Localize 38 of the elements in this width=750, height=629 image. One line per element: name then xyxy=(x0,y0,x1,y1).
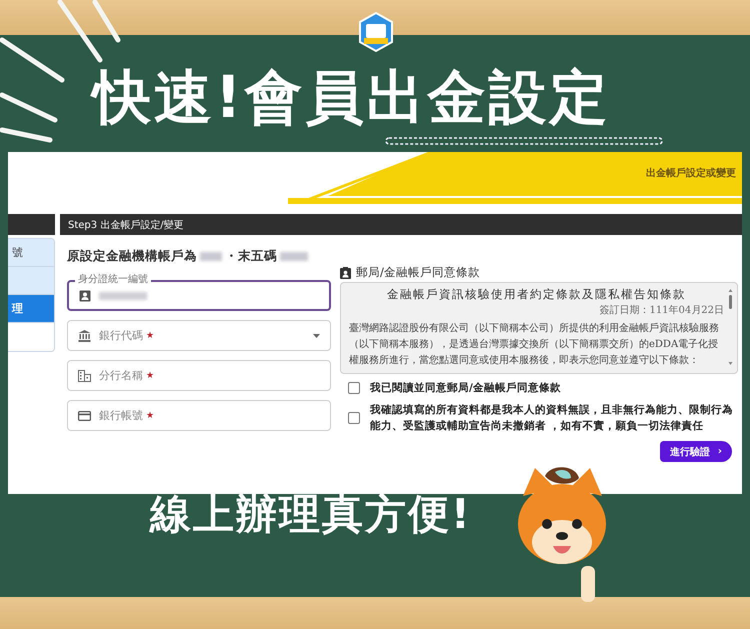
id-card-icon xyxy=(340,266,351,278)
field-placeholder: 銀行帳號 xyxy=(99,408,143,423)
checkbox[interactable] xyxy=(348,382,360,394)
field-label: 身分證統一編號 xyxy=(75,274,151,285)
terms-text: 臺灣網路認證股份有限公司（以下簡稱本公司）所提供的利用金融帳戶資訊核驗服務（以下簡稱本服務），是透過台灣票據交換所（以下簡稱票交所）的eDDA電子化授權服務所進行，當您點選同意或使用本服務後，即表示您同意並遵守以下條款： xyxy=(349,322,720,368)
card-icon xyxy=(78,410,91,420)
building-icon xyxy=(78,370,91,382)
required-mark: ★ xyxy=(146,370,154,380)
agreement-label: 我已閱讀並同意郵局/金融帳戶同意條款 xyxy=(370,381,561,396)
account-note: ・末五碼 xyxy=(225,248,277,265)
required-mark: ★ xyxy=(146,410,154,420)
scrollbar[interactable] xyxy=(727,287,734,367)
blurred-text xyxy=(280,252,308,261)
text-field[interactable]: 銀行代碼 ★ xyxy=(67,320,331,351)
checkbox[interactable] xyxy=(348,412,360,424)
account-note: 原設定金融機構帳戶為 xyxy=(67,248,197,265)
step-title-bar: Step3 出金帳戶設定/變更 xyxy=(60,214,742,235)
sidebar-item[interactable]: 理 xyxy=(8,295,54,323)
person-card-icon xyxy=(79,290,91,302)
verify-button[interactable]: 進行驗證 › xyxy=(660,441,732,462)
agreement-label: 我確認填寫的所有資料都是我本人的資料無誤，且非無行為能力、限制行為能力、受監護或輔助宣告尚未撤銷者 ，如有不實，願負一切法律責任 xyxy=(370,402,734,434)
required-mark: ★ xyxy=(146,330,154,340)
sidebar-header-bar xyxy=(8,214,55,235)
text-field[interactable]: 分行名稱 ★ xyxy=(67,360,331,391)
logo-badge-icon xyxy=(358,12,394,52)
blurred-text xyxy=(200,252,222,261)
blurred-value xyxy=(99,292,147,300)
sidebar-item[interactable]: 號 xyxy=(8,239,54,267)
caret-icon xyxy=(313,334,320,338)
terms-title: 金融帳戶資訊核驗使用者約定條款及隱私權告知條款 xyxy=(386,287,687,302)
tagline: 線上辦理真方便! xyxy=(150,489,472,540)
field-placeholder: 銀行代碼 xyxy=(99,328,143,343)
text-field[interactable]: 銀行帳號 ★ xyxy=(67,400,331,431)
page-title: 出金帳戶設定或變更 xyxy=(646,166,736,180)
terms-date: 簽訂日期：111年04月22日 xyxy=(598,304,724,317)
bank-icon xyxy=(78,330,91,342)
terms-heading: 郵局/金融帳戶同意條款 xyxy=(356,265,480,280)
field-placeholder: 分行名稱 xyxy=(99,368,143,383)
